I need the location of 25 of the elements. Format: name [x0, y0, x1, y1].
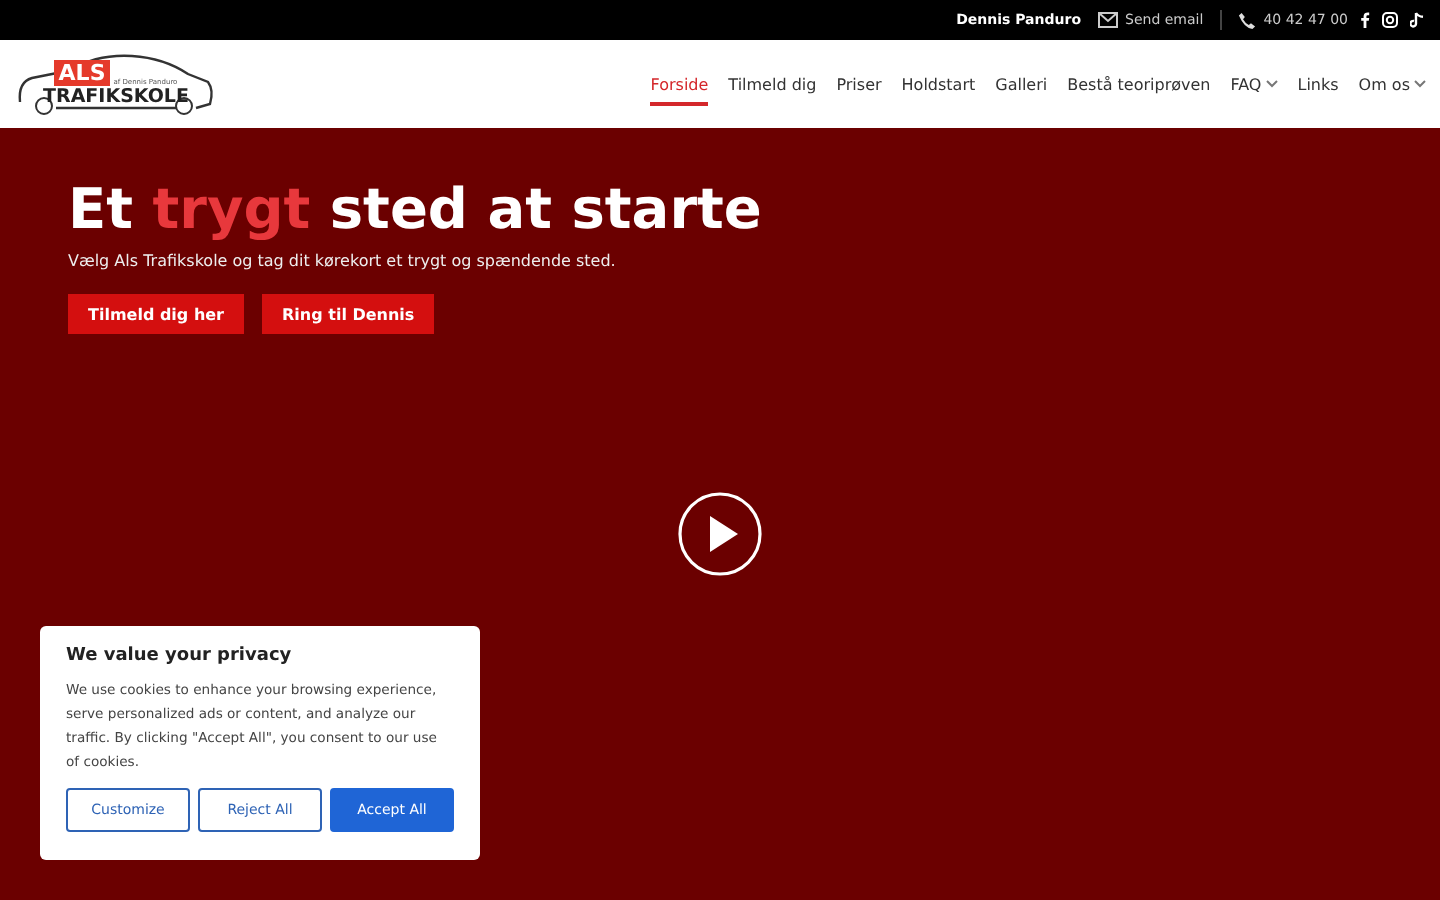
- hero-subtitle: Vælg Als Trafikskole og tag dit kørekort et trygt og spændende sted.: [68, 252, 618, 270]
- car-outline-icon: [16, 50, 216, 118]
- cta-button[interactable]: Tilmeld dig her: [68, 294, 245, 334]
- phone-icon: [1237, 11, 1256, 29]
- nav-link[interactable]: FAQ: [1230, 67, 1278, 105]
- cta-button[interactable]: Ring til Dennis: [262, 294, 435, 334]
- music-note-icon[interactable]: [1410, 12, 1424, 28]
- nav-link[interactable]: Links: [1297, 67, 1339, 105]
- instagram-icon[interactable]: [1382, 12, 1398, 28]
- facebook-icon[interactable]: [1360, 12, 1370, 28]
- nav-link[interactable]: Bestå teoriprøven: [1067, 67, 1211, 105]
- nav-link[interactable]: Forside: [650, 67, 709, 105]
- caret-icon: [1414, 80, 1426, 88]
- envelope-icon: [1097, 12, 1118, 28]
- cookie-title: We value your privacy: [66, 646, 294, 666]
- nav-link[interactable]: Om os: [1358, 67, 1426, 105]
- nav-link[interactable]: Galleri: [995, 67, 1048, 105]
- nav-link[interactable]: Holdstart: [901, 67, 976, 105]
- logo-name: TRAFIKSKOLE: [43, 86, 189, 108]
- hero-headline: Et trygt sted at starte: [68, 176, 764, 244]
- nav-link[interactable]: Tilmeld dig: [728, 67, 817, 105]
- play-icon[interactable]: [678, 492, 762, 576]
- logo-badge: ALS: [54, 60, 110, 86]
- nav-link[interactable]: Priser: [836, 67, 882, 105]
- caret-icon: [1265, 80, 1278, 88]
